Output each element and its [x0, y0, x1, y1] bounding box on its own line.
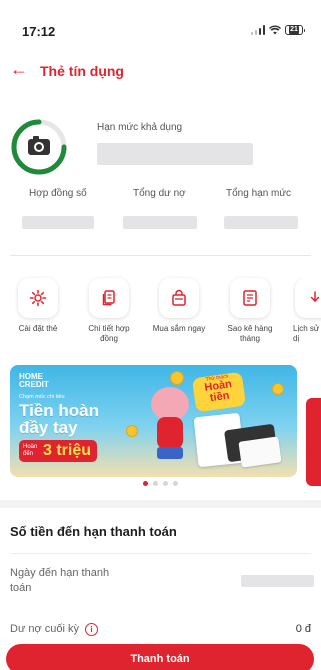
challenge-badge: Thử thách Hoàn tiền: [191, 371, 247, 413]
action-card-settings[interactable]: Cài đặt thẻ: [8, 278, 68, 334]
action-label: Lịch sử dị: [293, 324, 320, 343]
action-label: Sao kê hàng tháng: [227, 324, 273, 343]
action-contract-details[interactable]: Chi tiết hợp đồng: [79, 278, 139, 344]
action-history[interactable]: Lịch sử dị: [290, 278, 321, 344]
action-label: Mua sắm ngay: [152, 324, 206, 333]
brand-logo: HOME CREDIT: [19, 372, 49, 389]
status-bar: 17:12 21: [0, 0, 321, 52]
carousel-dots: [0, 481, 321, 486]
signal-icon: [250, 25, 265, 35]
available-limit-label: Hạn mức khả dụng: [97, 122, 183, 133]
promo-banner[interactable]: HOME CREDIT Chạm mốc chi tiêu Tiền hoàn đầ…: [10, 365, 297, 477]
total-debt-value: [123, 216, 197, 229]
available-limit-value: [97, 143, 253, 165]
battery-icon: 21: [285, 25, 305, 35]
back-arrow-icon[interactable]: ←: [10, 59, 28, 80]
history-icon: [295, 278, 321, 318]
credit-card-illustration: [238, 436, 282, 468]
app-header: ← Thẻ tín dụng: [0, 52, 321, 92]
statement-icon: [230, 278, 270, 318]
coin-icon: [272, 383, 284, 395]
action-monthly-statement[interactable]: Sao kê hàng tháng: [220, 278, 280, 344]
carousel-dot[interactable]: [143, 481, 148, 486]
total-debt-label: Tổng dư nợ: [133, 188, 186, 199]
pay-button[interactable]: Thanh toán: [6, 644, 314, 670]
period-debt-row: Dư nợ cuối kỳ i: [10, 622, 98, 637]
clock: 17:12: [22, 24, 56, 39]
mascot-illustration: [145, 387, 197, 467]
divider: [10, 255, 311, 256]
shopping-bag-icon: [159, 278, 199, 318]
coin-icon: [126, 425, 138, 437]
page-title: Thẻ tín dụng: [40, 63, 124, 79]
period-debt-value: 0 đ: [295, 623, 311, 635]
cashback-pill: Hoàn đến 3 triệu: [19, 440, 98, 462]
document-icon: [89, 278, 129, 318]
wifi-icon: [269, 25, 281, 35]
banner-subtitle: Chạm mốc chi tiêu: [19, 394, 65, 400]
carousel-dot[interactable]: [153, 481, 158, 486]
info-icon[interactable]: i: [85, 623, 98, 636]
total-limit-value: [224, 216, 298, 229]
status-icons: 21: [250, 25, 305, 35]
promo-carousel: HOME CREDIT Chạm mốc chi tiêu Tiền hoàn đầ…: [0, 360, 321, 500]
due-date-value: [241, 575, 314, 587]
action-label: Chi tiết hợp đồng: [88, 324, 130, 343]
action-label: Cài đặt thẻ: [18, 324, 58, 333]
divider: [10, 553, 311, 554]
banner-headline: Tiền hoàn đầy tay: [19, 401, 99, 437]
due-date-label: Ngày đến hạn thanh toán: [10, 567, 110, 594]
card-summary: Hạn mức khả dụng Hợp đồng số Tổng dư nợ …: [0, 92, 321, 242]
gear-icon: [18, 278, 58, 318]
carousel-dot[interactable]: [163, 481, 168, 486]
coin-icon: [170, 371, 184, 385]
period-debt-label: Dư nợ cuối kỳ: [10, 623, 79, 635]
limit-gauge: [10, 118, 68, 176]
action-shop-now[interactable]: Mua sắm ngay: [149, 278, 209, 334]
quick-actions: Cài đặt thẻ Chi tiết hợp đồng Mua sắm ng…: [0, 242, 321, 360]
next-banner-peek[interactable]: [306, 398, 321, 486]
contract-label: Hợp đồng số: [29, 188, 87, 199]
contract-value: [22, 216, 94, 229]
total-limit-label: Tổng hạn mức: [226, 188, 292, 199]
section-title: Số tiền đến hạn thanh toán: [10, 524, 177, 539]
carousel-dot[interactable]: [173, 481, 178, 486]
